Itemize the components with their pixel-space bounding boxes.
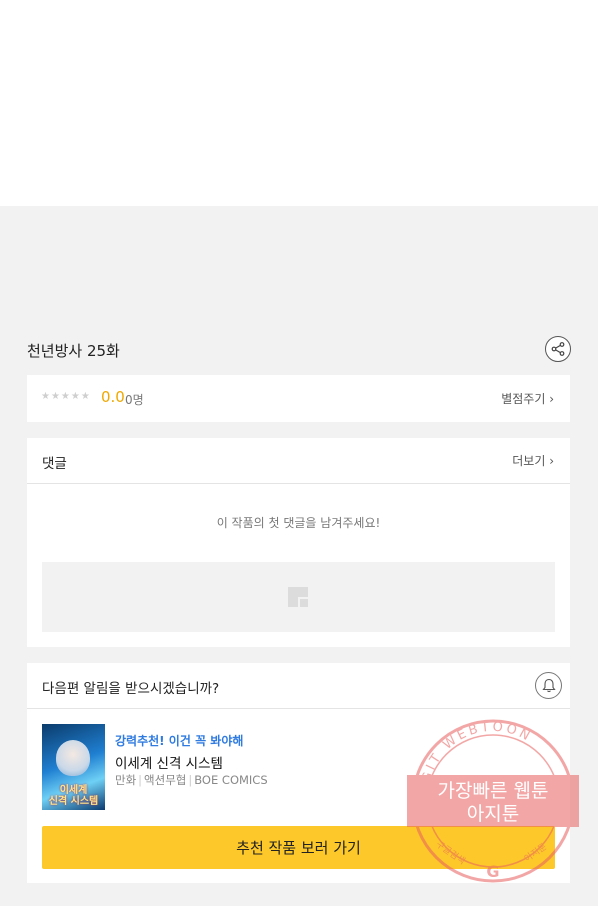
- notify-question: 다음편 알림을 받으시겠습니까?: [42, 681, 220, 697]
- thumbnail-character: [56, 740, 90, 776]
- rate-button[interactable]: 별점주기 ›: [501, 390, 554, 407]
- recommendation-genre: 만화: [115, 773, 137, 787]
- rating-card: ★★★★★ 0.0 0명 별점주기 ›: [27, 375, 570, 422]
- rating-score: 0.0: [101, 388, 125, 406]
- notify-bell-button[interactable]: [535, 672, 562, 699]
- watermark-line2: 아지툰: [467, 803, 519, 825]
- content-top-area: [0, 0, 598, 206]
- watermark-line1: 가장빠른 웹툰: [438, 780, 549, 802]
- rating-stars: ★★★★★: [41, 391, 91, 402]
- recommendation-thumbnail[interactable]: 이세계 신격 시스템: [42, 724, 105, 810]
- rating-count: 0명: [125, 393, 144, 407]
- thumbnail-title-text: 이세계 신격 시스템: [48, 785, 99, 807]
- recommendation-meta: 만화 | 액션무협 | BOE COMICS: [115, 773, 268, 787]
- recommendation-title[interactable]: 이세계 신격 시스템: [115, 752, 223, 772]
- episode-title: 천년방사 25화: [27, 342, 120, 360]
- watermark-google-icon: G: [486, 862, 499, 881]
- recommendation-publisher: BOE COMICS: [194, 773, 268, 787]
- share-icon: [551, 342, 565, 356]
- ad-placeholder[interactable]: [42, 562, 555, 632]
- comment-heading: 댓글: [42, 456, 67, 472]
- comment-header: 댓글 더보기 ›: [27, 438, 570, 484]
- watermark-stamp: AGIT WEBTOON 가장빠른 웹툰 아지툰 구글검색 아지툰 G: [407, 719, 579, 883]
- watermark-bottom-left: 구글검색: [434, 838, 468, 867]
- share-button[interactable]: [545, 336, 571, 362]
- recommendation-subgenre: 액션무협: [144, 773, 187, 787]
- comment-more-link[interactable]: 더보기 ›: [512, 452, 554, 469]
- episode-title-row: 천년방사 25화: [27, 336, 571, 364]
- notify-header: 다음편 알림을 받으시겠습니까?: [27, 663, 570, 709]
- image-placeholder-icon: [288, 587, 308, 607]
- comment-card: 댓글 더보기 › 이 작품의 첫 댓글을 남겨주세요!: [27, 438, 570, 647]
- comment-empty-message: 이 작품의 첫 댓글을 남겨주세요!: [216, 516, 381, 530]
- recommendation-tag: 강력추천! 이건 꼭 봐야해: [115, 734, 244, 748]
- bell-icon: [541, 678, 556, 693]
